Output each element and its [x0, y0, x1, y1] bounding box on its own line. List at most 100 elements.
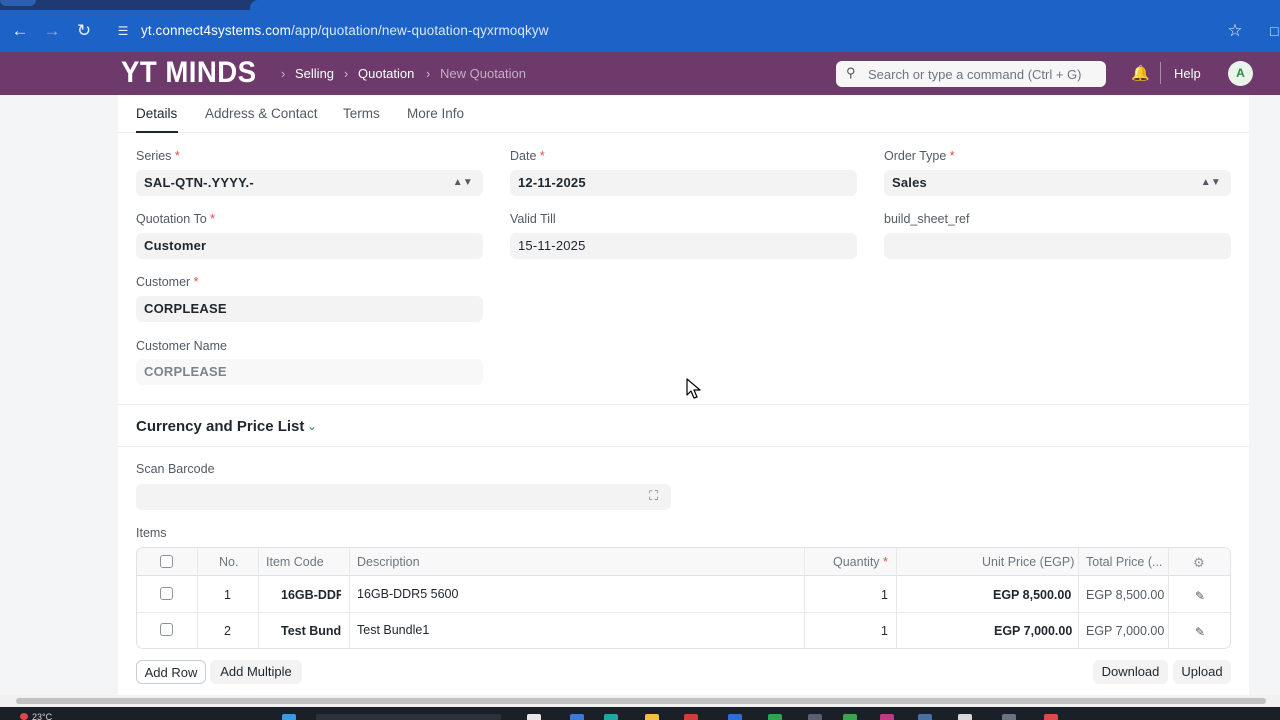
taskbar-app-icon[interactable] [918, 714, 932, 720]
column-divider [896, 548, 897, 648]
row-unit-price[interactable]: EGP 8,500.00 [993, 588, 1071, 602]
row-checkbox[interactable] [160, 587, 173, 600]
column-divider [1168, 548, 1169, 648]
build-sheet-ref-field[interactable] [884, 233, 1231, 259]
valid-till-field[interactable]: 15-11-2025 [510, 233, 857, 259]
select-arrows-icon: ▲▼ [1200, 177, 1221, 188]
expand-icon[interactable]: ⛶ [649, 488, 658, 504]
series-value: SAL-QTN-.YYYY.- [144, 175, 254, 190]
scrollbar-thumb[interactable] [16, 698, 1266, 704]
scan-barcode-label: Scan Barcode [136, 462, 215, 476]
row-no: 2 [224, 624, 231, 638]
tab-details[interactable]: Details [136, 106, 177, 121]
edit-pencil-icon[interactable]: ✎ [1195, 589, 1205, 603]
order-type-select[interactable]: Sales ▲▼ [884, 170, 1231, 196]
taskbar-app-icon[interactable] [570, 714, 584, 720]
brand-logo[interactable]: YT MINDS [121, 56, 257, 90]
add-row-button[interactable]: Add Row [136, 660, 206, 684]
row-description[interactable]: 16GB-DDR5 5600 [357, 587, 458, 601]
customer-name-field: CORPLEASE [136, 359, 483, 385]
section-divider [118, 446, 1249, 447]
reload-icon[interactable]: ↻ [73, 20, 95, 42]
chevron-down-icon[interactable]: ⌄ [307, 419, 317, 433]
upload-button[interactable]: Upload [1173, 660, 1231, 684]
tab-terms[interactable]: Terms [343, 106, 380, 121]
taskbar-app-icon[interactable] [1044, 714, 1058, 720]
os-taskbar [0, 707, 1280, 720]
col-header-description: Description [357, 555, 420, 569]
taskbar-app-icon[interactable] [843, 714, 857, 720]
taskbar-app-icon[interactable] [282, 714, 296, 720]
row-item-code[interactable]: Test Bundle1 [281, 624, 341, 638]
taskbar-app-icon[interactable] [958, 714, 972, 720]
taskbar-app-icon[interactable] [880, 714, 894, 720]
browser-tabstrip [0, 0, 1280, 10]
breadcrumb-selling[interactable]: Selling [295, 66, 334, 81]
bell-icon[interactable]: 🔔 [1131, 64, 1150, 84]
col-header-total-price: Total Price (... [1086, 555, 1163, 569]
customer-field[interactable]: CORPLEASE [136, 296, 483, 322]
mouse-cursor-icon [686, 378, 701, 399]
taskbar-app-icon[interactable] [604, 714, 618, 720]
gear-icon[interactable]: ⚙ [1193, 555, 1205, 571]
weather-temp[interactable]: 23°C [32, 712, 52, 720]
tab-address-contact[interactable]: Address & Contact [205, 106, 318, 121]
row-divider [137, 612, 1230, 613]
taskbar-app-icon[interactable] [645, 714, 659, 720]
tab-more-info[interactable]: More Info [407, 106, 464, 121]
active-tab-indicator [136, 131, 178, 133]
scan-barcode-input[interactable] [136, 484, 671, 510]
avatar[interactable]: A [1228, 61, 1253, 86]
site-settings-icon[interactable]: ☰ [115, 23, 131, 39]
taskbar-app-icon[interactable] [768, 714, 782, 720]
search-icon: ⚲ [846, 65, 856, 80]
download-button[interactable]: Download [1093, 660, 1168, 684]
column-divider [197, 548, 198, 648]
taskbar-app-icon[interactable] [527, 714, 541, 720]
taskbar-search-icon[interactable] [316, 714, 501, 720]
search-input[interactable] [868, 64, 1098, 84]
row-item-code[interactable]: 16GB-DDR5 [281, 588, 341, 602]
row-checkbox[interactable] [160, 623, 173, 636]
taskbar-app-icon[interactable] [728, 714, 742, 720]
quotation-to-field[interactable]: Customer [136, 233, 483, 259]
taskbar-app-icon[interactable] [808, 714, 822, 720]
extensions-icon[interactable]: □ [1270, 20, 1280, 42]
valid-till-label: Valid Till [510, 212, 556, 226]
select-arrows-icon: ▲▼ [452, 177, 473, 188]
address-bar[interactable]: yt.connect4systems.com/app/quotation/new… [141, 23, 549, 38]
weather-icon[interactable] [20, 713, 28, 720]
currency-section-title[interactable]: Currency and Price List [136, 418, 304, 435]
series-select[interactable]: SAL-QTN-.YYYY.- ▲▼ [136, 170, 483, 196]
url-path: /app/quotation/new-quotation-qyxrmoqkyw [291, 23, 549, 38]
taskbar-app-icon[interactable] [1002, 714, 1016, 720]
date-field[interactable]: 12-11-2025 [510, 170, 857, 196]
row-description[interactable]: Test Bundle1 [357, 623, 429, 637]
bookmark-star-icon[interactable]: ☆ [1225, 20, 1245, 42]
breadcrumb-quotation[interactable]: Quotation [358, 66, 414, 81]
series-label: Series * [136, 149, 180, 163]
edit-pencil-icon[interactable]: ✎ [1195, 625, 1205, 639]
customer-label: Customer * [136, 275, 199, 289]
back-arrow-icon[interactable]: ← [9, 20, 31, 42]
forward-arrow-icon[interactable]: → [41, 20, 63, 42]
row-quantity[interactable]: 1 [881, 624, 888, 638]
row-quantity[interactable]: 1 [881, 588, 888, 602]
row-no: 1 [224, 588, 231, 602]
date-label: Date * [510, 149, 545, 163]
awesomebar[interactable]: ⚲ [836, 61, 1106, 87]
browser-tab-inactive[interactable] [0, 0, 36, 6]
row-unit-price[interactable]: EGP 7,000.00 [994, 624, 1072, 638]
col-header-unit-price: Unit Price (EGP) [982, 555, 1075, 569]
help-dropdown[interactable]: Help [1174, 66, 1201, 81]
breadcrumb-chevron-icon: › [281, 66, 286, 81]
browser-tab-active[interactable] [250, 0, 1280, 10]
section-divider [118, 404, 1249, 405]
quotation-to-label: Quotation To * [136, 212, 216, 226]
taskbar-app-icon[interactable] [684, 714, 698, 720]
select-all-checkbox[interactable] [160, 555, 173, 568]
col-header-item-code: Item Code [266, 555, 324, 569]
add-multiple-button[interactable]: Add Multiple [210, 660, 302, 684]
col-header-no: No. [219, 555, 239, 569]
order-type-value: Sales [892, 175, 927, 190]
